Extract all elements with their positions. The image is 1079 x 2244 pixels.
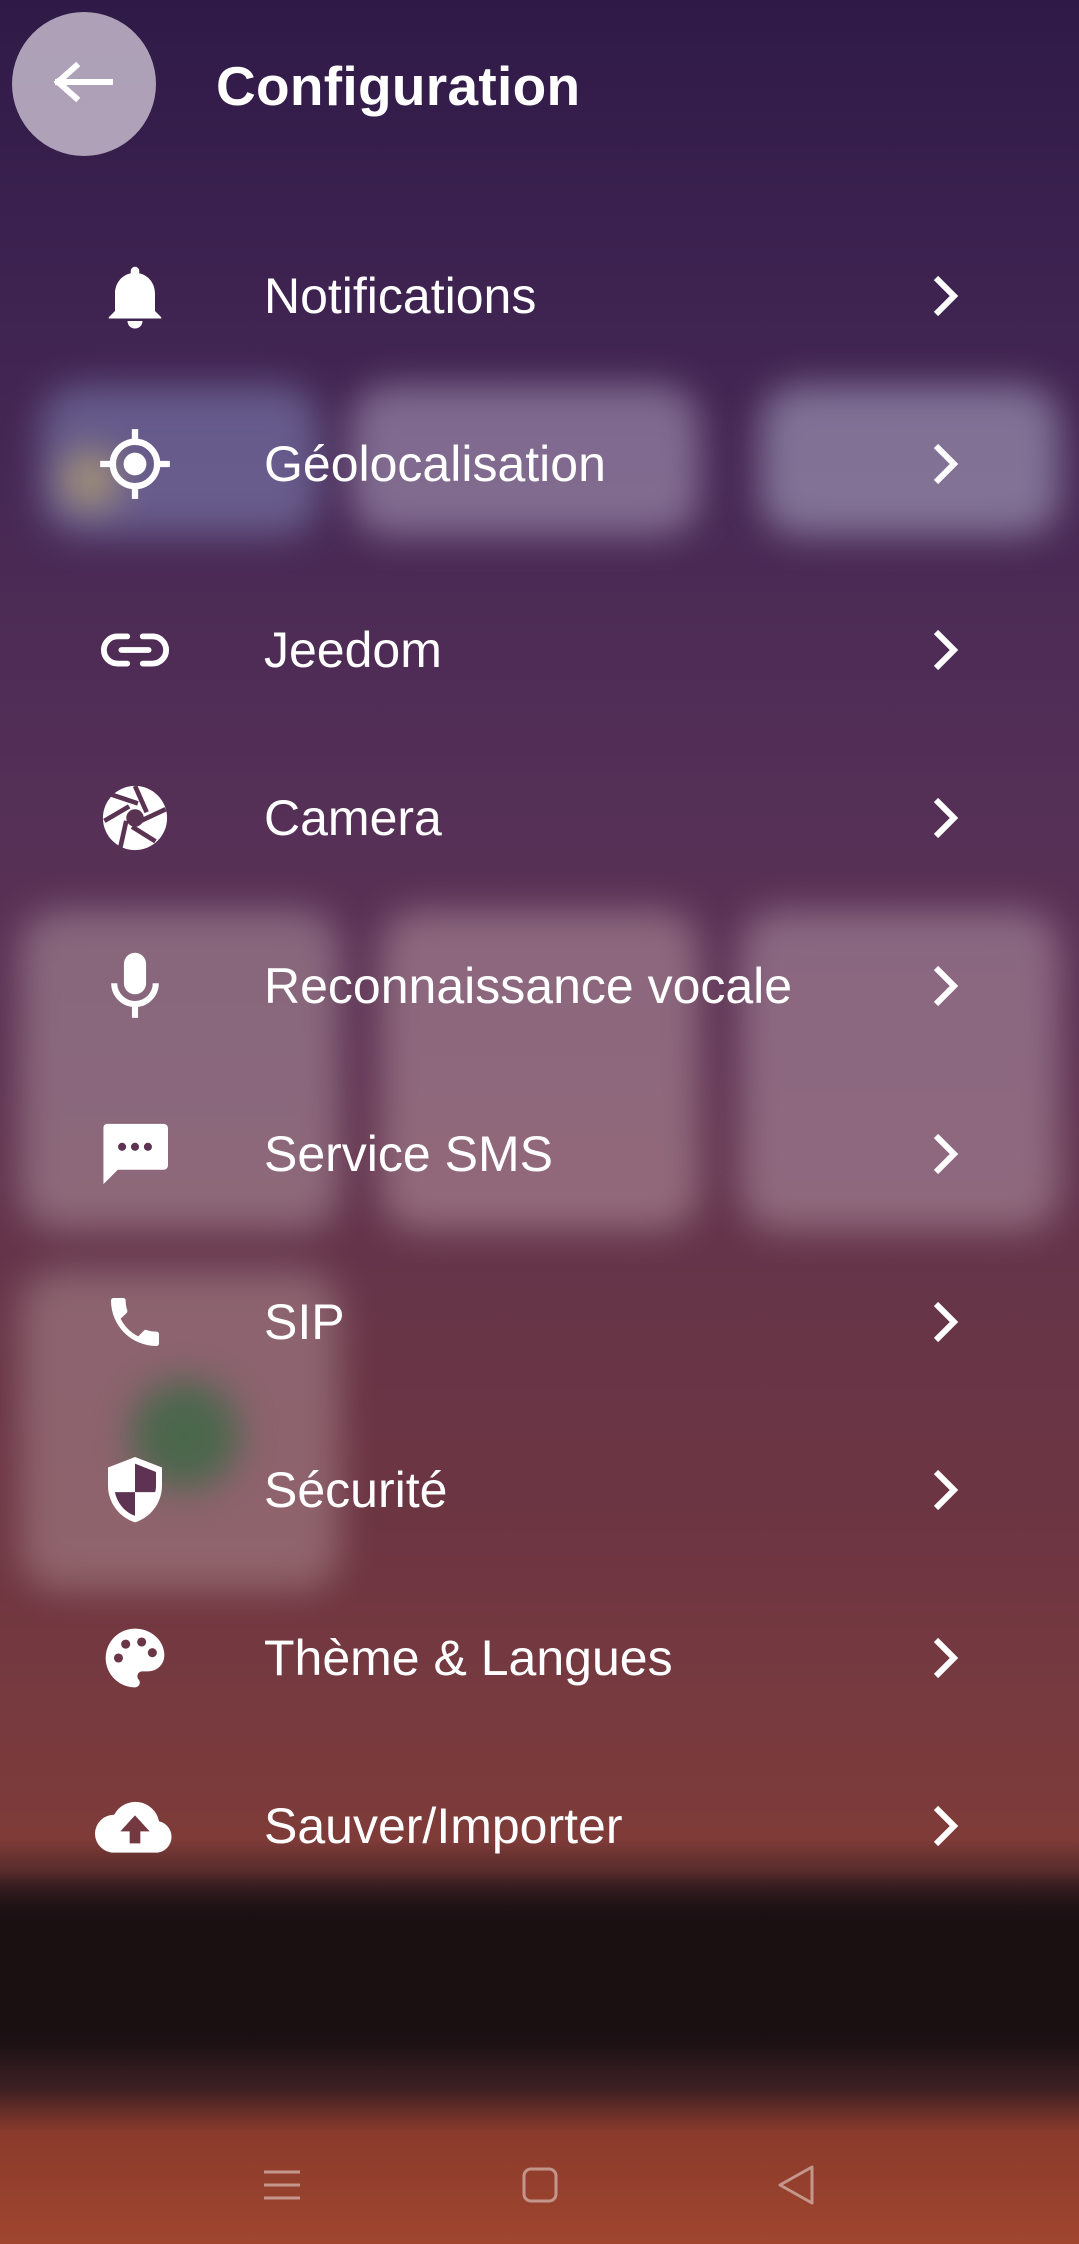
menu-item-label: Géolocalisation	[264, 436, 606, 492]
menu-icon	[262, 2168, 302, 2207]
sms-icon	[95, 1114, 175, 1194]
menu-item-geolocalisation[interactable]: Géolocalisation	[0, 380, 1079, 548]
chevron-right-icon	[924, 1630, 968, 1686]
phone-icon	[95, 1282, 175, 1362]
shield-icon	[95, 1450, 175, 1530]
menu-item-label: Sauver/Importer	[264, 1798, 623, 1854]
system-navigation-bar	[0, 2130, 1079, 2244]
menu-item-camera[interactable]: Camera	[0, 734, 1079, 902]
chevron-right-icon	[924, 622, 968, 678]
chevron-right-icon	[924, 1462, 968, 1518]
menu-item-service-sms[interactable]: Service SMS	[0, 1070, 1079, 1238]
link-icon	[95, 610, 175, 690]
back-triangle-icon	[774, 2163, 818, 2212]
bell-icon	[95, 256, 175, 336]
menu-item-sip[interactable]: SIP	[0, 1238, 1079, 1406]
chevron-right-icon	[924, 1126, 968, 1182]
menu-item-label: Jeedom	[264, 622, 442, 678]
menu-item-label: Camera	[264, 790, 442, 846]
menu-item-notifications[interactable]: Notifications	[0, 212, 1079, 380]
microphone-icon	[95, 946, 175, 1026]
menu-item-label: Sécurité	[264, 1462, 448, 1518]
menu-item-jeedom[interactable]: Jeedom	[0, 566, 1079, 734]
chevron-right-icon	[924, 436, 968, 492]
header: Configuration	[0, 0, 1079, 170]
chevron-right-icon	[924, 1798, 968, 1854]
cloud-upload-icon	[95, 1786, 175, 1866]
menu-item-sauver-importer[interactable]: Sauver/Importer	[0, 1742, 1079, 1910]
menu-item-label: Service SMS	[264, 1126, 553, 1182]
arrow-left-icon	[53, 61, 114, 107]
home-button[interactable]	[500, 2152, 580, 2222]
menu-item-label: Notifications	[264, 268, 537, 324]
recents-button[interactable]	[242, 2152, 322, 2222]
home-square-icon	[520, 2165, 560, 2210]
menu-item-theme-langues[interactable]: Thème & Langues	[0, 1574, 1079, 1742]
back-nav-button[interactable]	[756, 2152, 836, 2222]
back-button[interactable]	[12, 12, 156, 156]
menu-item-label: Reconnaissance vocale	[264, 958, 793, 1014]
chevron-right-icon	[924, 958, 968, 1014]
chevron-right-icon	[924, 268, 968, 324]
menu-item-label: Thème & Langues	[264, 1630, 673, 1686]
page-title: Configuration	[216, 55, 581, 117]
menu-item-label: SIP	[264, 1294, 345, 1350]
menu-item-reconnaissance-vocale[interactable]: Reconnaissance vocale	[0, 902, 1079, 1070]
crosshair-icon	[95, 424, 175, 504]
camera-shutter-icon	[95, 778, 175, 858]
palette-icon	[95, 1618, 175, 1698]
menu-item-securite[interactable]: Sécurité	[0, 1406, 1079, 1574]
chevron-right-icon	[924, 790, 968, 846]
chevron-right-icon	[924, 1294, 968, 1350]
